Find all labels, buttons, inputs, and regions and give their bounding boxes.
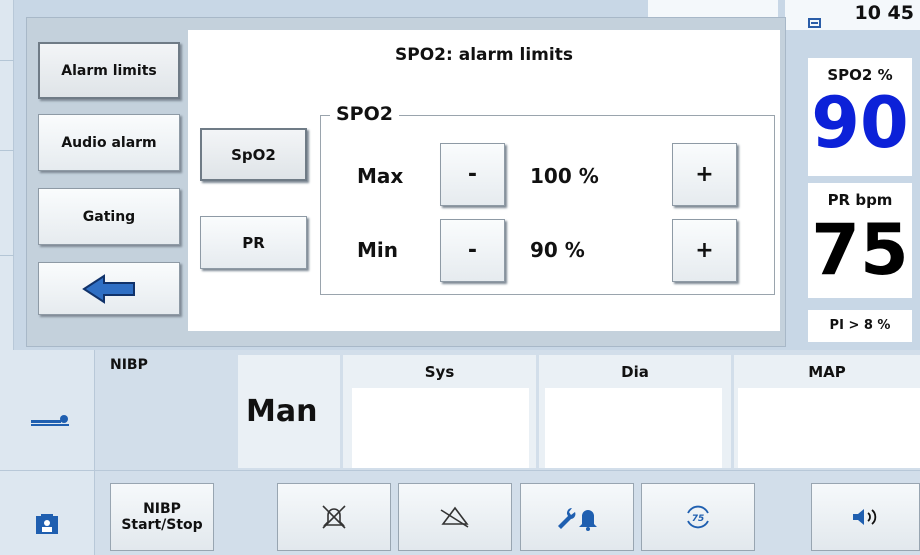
sys-value — [352, 388, 529, 468]
min-increase-button[interactable]: + — [672, 219, 737, 282]
heart-rate-sync-button[interactable]: 75 — [641, 483, 755, 551]
header-clock-panel: 10 45 — [785, 0, 920, 30]
speaker-icon — [852, 509, 876, 525]
patient-lying-icon — [31, 415, 69, 426]
min-value: 90 % — [530, 238, 585, 262]
dia-value — [545, 388, 722, 468]
max-value: 100 % — [530, 164, 599, 188]
pr-label: PR bpm — [827, 191, 893, 209]
nibp-start-stop-button[interactable]: NIBP Start/Stop — [110, 483, 214, 551]
strip-divider — [0, 60, 14, 61]
nibp-label: NIBP — [110, 357, 148, 373]
settings-button[interactable] — [520, 483, 634, 551]
alarm-off-button[interactable] — [277, 483, 391, 551]
map-header: MAP — [808, 363, 846, 381]
group-title: SPO2 — [330, 103, 399, 125]
heart-rate-sync-icon: 75 — [687, 505, 709, 529]
alarm-pause-icon — [440, 506, 469, 528]
nibp-side-cell[interactable] — [0, 350, 95, 470]
spo2-label: SPO2 % — [827, 66, 893, 84]
patient-button[interactable] — [0, 471, 95, 555]
map-value — [738, 388, 920, 468]
battery-icon — [808, 18, 821, 28]
max-decrease-button[interactable]: - — [440, 143, 505, 206]
alarm-off-icon — [322, 505, 346, 529]
wrench-bell-icon — [558, 508, 597, 531]
gating-button[interactable]: Gating — [38, 188, 180, 245]
strip-divider — [0, 150, 14, 151]
patient-folder-icon — [36, 514, 58, 534]
left-arrow-icon — [82, 273, 135, 304]
spo2-param-button[interactable]: SpO2 — [200, 128, 307, 181]
dia-header: Dia — [621, 363, 649, 381]
dialog-title: SPO2: alarm limits — [395, 45, 573, 65]
audio-alarm-button[interactable]: Audio alarm — [38, 114, 180, 171]
sys-header: Sys — [424, 363, 455, 381]
pi-indicator: PI > 8 % — [808, 310, 912, 342]
volume-button[interactable] — [811, 483, 920, 551]
min-label: Min — [357, 238, 398, 262]
nibp-mode: Man — [246, 394, 318, 429]
svg-text:75: 75 — [692, 514, 705, 524]
pr-value: 75 — [811, 209, 909, 291]
strip-divider — [0, 255, 14, 256]
spo2-value: 90 — [811, 82, 909, 164]
max-increase-button[interactable]: + — [672, 143, 737, 206]
alarm-limits-button[interactable]: Alarm limits — [38, 42, 180, 99]
back-button[interactable] — [38, 262, 180, 315]
pr-param-button[interactable]: PR — [200, 216, 307, 269]
min-decrease-button[interactable]: - — [440, 219, 505, 282]
alarm-pause-button[interactable] — [398, 483, 512, 551]
pr-panel[interactable]: PR bpm 75 — [808, 183, 912, 298]
max-label: Max — [357, 164, 404, 188]
clock: 10 45 — [854, 2, 915, 24]
spo2-panel[interactable]: SPO2 % 90 — [808, 58, 912, 176]
